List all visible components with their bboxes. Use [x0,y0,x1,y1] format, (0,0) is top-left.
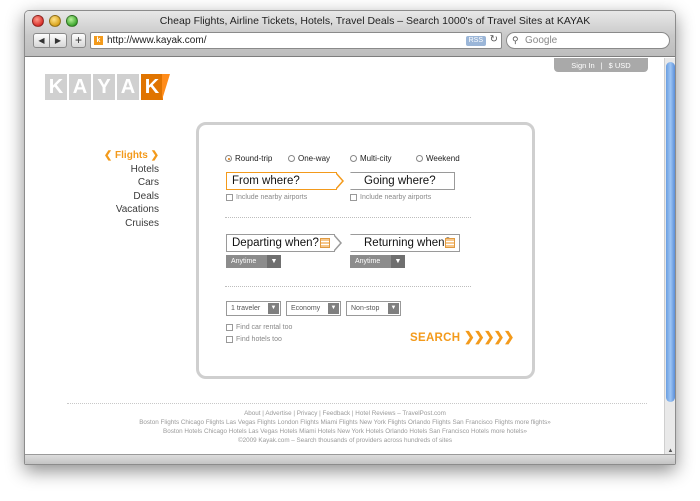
nav-item-deals[interactable]: Deals [85,190,159,204]
travelers-select[interactable]: 1 traveler ▼ [226,301,281,316]
forward-button[interactable]: ▶ [50,33,67,48]
divider [225,217,471,218]
return-time-select[interactable]: Anytime ▼ [350,255,405,268]
chevron-left-icon: ❮ [103,150,113,161]
radio-round-trip[interactable] [225,155,232,162]
nav-item-vacations[interactable]: Vacations [85,203,159,217]
zoom-window-button[interactable] [66,15,78,27]
desktop: Cheap Flights, Airline Tickets, Hotels, … [0,0,700,501]
checkbox[interactable] [350,194,357,201]
footer-copyright: ©2009 Kayak.com – Search thousands of pr… [238,437,452,444]
trip-type-multi-city[interactable]: Multi-city [350,154,392,163]
find-car-checkbox[interactable]: Find car rental too [226,324,292,331]
footer-links[interactable]: About | Advertise | Privacy | Feedback |… [25,410,665,419]
window-controls [32,15,78,27]
browser-search-field[interactable]: ⚲ Google [506,32,670,49]
reload-icon[interactable]: ↻ [490,34,498,45]
depart-date-input[interactable]: Departing when? [226,234,342,252]
back-button[interactable]: ◀ [33,33,50,48]
logo-letter: Y [93,74,115,100]
nav-item-flights[interactable]: ❮ Flights ❯ [85,149,159,163]
kayak-logo[interactable]: K A Y A K [45,74,170,100]
search-icon: ⚲ [512,35,519,45]
logo-letter: A [69,74,91,100]
nav-item-cars[interactable]: Cars [85,176,159,190]
chevron-right-icon: ❯ [150,150,159,161]
add-bookmark-button[interactable]: + [71,33,86,48]
close-window-button[interactable] [32,15,44,27]
kayak-favicon-icon: k [94,36,103,45]
footer-hotel-links[interactable]: Boston Hotels Chicago Hotels Las Vegas H… [25,428,665,437]
status-bar [25,454,675,464]
logo-letter: K [141,74,170,100]
address-bar[interactable]: k http://www.kayak.com/ RSS ↻ [90,32,502,49]
return-date-input[interactable]: Returning when? [350,234,460,252]
arrows-icon: ❯❯❯❯❯ [463,329,514,344]
checkbox[interactable] [226,194,233,201]
browser-window: Cheap Flights, Airline Tickets, Hotels, … [24,10,676,465]
logo-letter: K [45,74,67,100]
flight-search-form: Round-trip One-way Multi-city Weekend Fr… [196,122,535,379]
radio-multi-city[interactable] [350,155,357,162]
trip-type-one-way[interactable]: One-way [288,154,330,163]
search-button[interactable]: SEARCH ❯❯❯❯❯ [410,329,514,345]
url-text[interactable]: http://www.kayak.com/ [107,35,206,46]
dropdown-arrow-icon: ▼ [391,255,405,268]
nav-item-cruises[interactable]: Cruises [85,217,159,231]
vertical-scrollbar[interactable]: ▲ ▼ [664,58,675,464]
checkbox[interactable] [226,336,233,343]
nearby-destination-checkbox[interactable]: Include nearby airports [350,194,431,201]
radio-one-way[interactable] [288,155,295,162]
product-nav: ❮ Flights ❯ Hotels Cars Deals Vacations … [85,149,159,230]
dropdown-arrow-icon: ▼ [328,303,339,314]
rss-badge[interactable]: RSS [465,36,486,46]
search-placeholder: Google [525,35,558,46]
currency-link[interactable]: $ USD [609,61,631,70]
checkbox[interactable] [226,324,233,331]
dropdown-arrow-icon: ▼ [268,303,279,314]
cabin-select[interactable]: Economy ▼ [286,301,341,316]
calendar-icon[interactable] [445,238,455,248]
nav-buttons: ◀ ▶ [33,33,67,48]
destination-input[interactable]: Going where? [350,172,455,190]
scrollbar-thumb[interactable] [666,62,675,402]
dropdown-arrow-icon: ▼ [388,303,399,314]
radio-weekend[interactable] [416,155,423,162]
nav-item-hotels[interactable]: Hotels [85,163,159,177]
account-tab: Sign In | $ USD [554,58,648,72]
title-bar: Cheap Flights, Airline Tickets, Hotels, … [25,11,675,57]
page-content: Sign In | $ USD K A Y A K ❮ Flights ❯ Ho… [25,58,665,464]
trip-type-round-trip[interactable]: Round-trip [225,154,272,163]
minimize-window-button[interactable] [49,15,61,27]
stops-select[interactable]: Non-stop ▼ [346,301,401,316]
logo-letter: A [117,74,139,100]
calendar-icon[interactable] [320,238,330,248]
trip-type-weekend[interactable]: Weekend [416,154,460,163]
depart-time-select[interactable]: Anytime ▼ [226,255,281,268]
sign-in-link[interactable]: Sign In [571,61,594,70]
origin-input[interactable]: From where? [226,172,344,190]
find-hotels-checkbox[interactable]: Find hotels too [226,336,282,343]
nearby-origin-checkbox[interactable]: Include nearby airports [226,194,307,201]
footer-divider [67,403,647,404]
nav-flights-label: Flights [115,150,148,161]
window-title: Cheap Flights, Airline Tickets, Hotels, … [159,15,591,27]
footer-flight-links[interactable]: Boston Flights Chicago Flights Las Vegas… [25,419,665,428]
dropdown-arrow-icon: ▼ [267,255,281,268]
divider [225,286,471,287]
